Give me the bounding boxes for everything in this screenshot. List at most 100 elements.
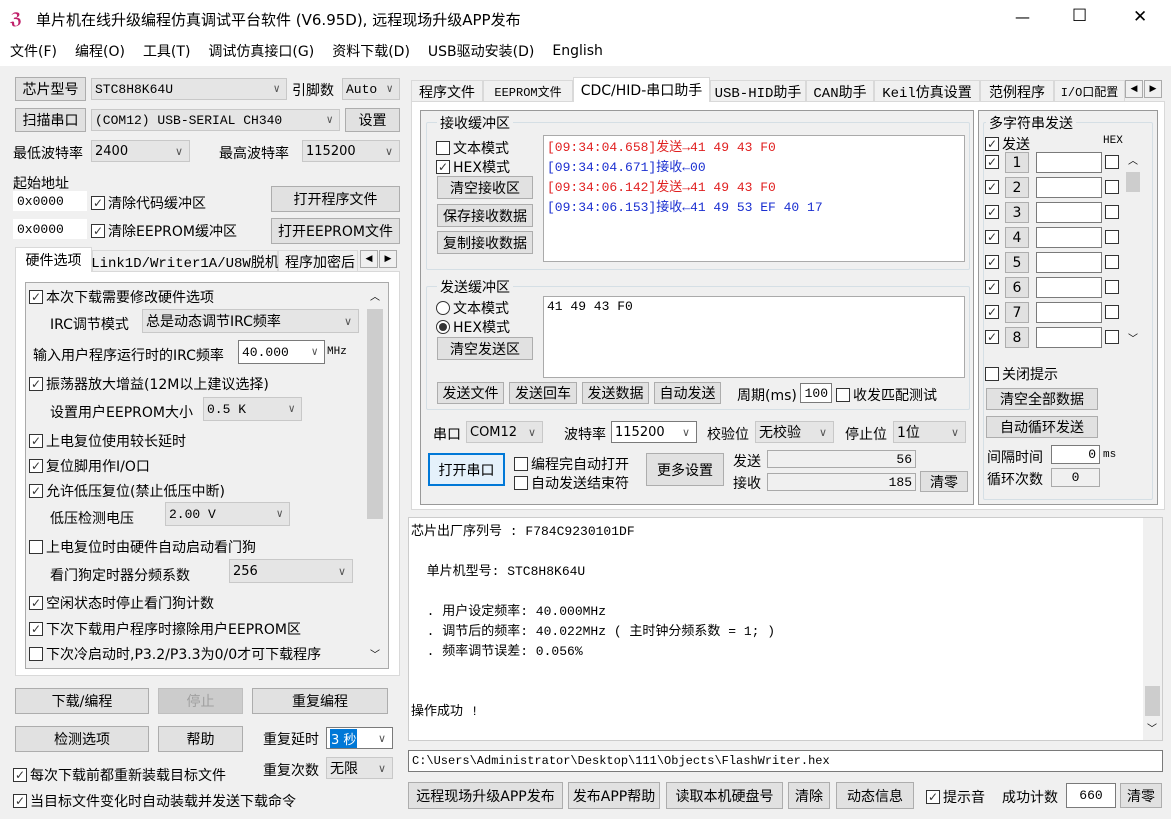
menu-item[interactable]: USB驱动安装(D) — [428, 41, 534, 61]
read-disk-id-button[interactable]: 读取本机硬盘号 — [666, 782, 783, 809]
multi-row-checkbox[interactable]: ✓ — [985, 280, 999, 294]
min-baud-select[interactable]: 2400 — [91, 140, 190, 162]
port-select-right[interactable]: COM12 — [466, 421, 543, 443]
open-program-file-button[interactable]: 打开程序文件 — [271, 186, 400, 212]
option-p32-p33-download[interactable]: 下次冷启动时,P3.2/P3.3为0/0才可下载程序 — [29, 644, 321, 664]
menu-item[interactable]: 工具(T) — [143, 41, 190, 61]
auto-loop-send-button[interactable]: 自动循环发送 — [986, 416, 1098, 438]
publish-help-button[interactable]: 发布APP帮助 — [568, 782, 660, 809]
pin-select[interactable]: Auto — [342, 78, 400, 100]
repeat-program-button[interactable]: 重复编程 — [252, 688, 388, 714]
auto-end-char-checkbox[interactable]: 自动发送结束符 — [514, 473, 629, 493]
recv-text-mode-checkbox[interactable]: 文本模式 — [436, 138, 509, 158]
interval-input[interactable]: 0 — [1051, 445, 1100, 464]
multi-row-hex-checkbox[interactable] — [1105, 305, 1119, 319]
multi-row-checkbox[interactable]: ✓ — [985, 155, 999, 169]
menu-item[interactable]: 资料下载(D) — [332, 41, 410, 61]
open-eeprom-file-button[interactable]: 打开EEPROM文件 — [271, 218, 400, 244]
stop-bits-select[interactable]: 1位 — [893, 421, 966, 443]
multi-row-checkbox[interactable]: ✓ — [985, 330, 999, 344]
multi-row-input[interactable] — [1036, 327, 1102, 348]
tab-encryption[interactable]: 程序加密后 — [278, 250, 358, 272]
period-input[interactable]: 100 — [800, 383, 832, 403]
send-textarea[interactable]: 41 49 43 F0 — [543, 296, 965, 378]
clear-button[interactable]: 清除 — [788, 782, 830, 809]
dynamic-info-button[interactable]: 动态信息 — [836, 782, 914, 809]
options-scrollbar[interactable]: ︿ ﹀ — [365, 284, 385, 667]
multi-row-input[interactable] — [1036, 152, 1102, 173]
multi-row-send-button[interactable]: 4 — [1005, 227, 1029, 248]
multi-row-hex-checkbox[interactable] — [1105, 180, 1119, 194]
repeat-count-select[interactable]: 无限 — [326, 757, 393, 779]
tab-right-3[interactable]: USB-HID助手 — [710, 80, 806, 102]
clear-all-data-button[interactable]: 清空全部数据 — [986, 388, 1098, 410]
clear-success-count-button[interactable]: 清零 — [1120, 783, 1162, 808]
multi-row-send-button[interactable]: 5 — [1005, 252, 1029, 273]
multi-row-input[interactable] — [1036, 252, 1102, 273]
clear-eeprom-checkbox[interactable]: ✓ 清除EEPROM缓冲区 — [91, 221, 237, 241]
clear-receive-button[interactable]: 清空接收区 — [437, 176, 533, 199]
send-file-button[interactable]: 发送文件 — [437, 382, 504, 404]
option-reset-pin-io[interactable]: ✓ 复位脚用作I/O口 — [29, 456, 150, 476]
scroll-down-icon[interactable]: ﹀ — [1128, 330, 1138, 345]
menu-item[interactable]: English — [552, 43, 603, 59]
tab-right-5[interactable]: Keil仿真设置 — [874, 80, 980, 102]
multi-row-send-button[interactable]: 2 — [1005, 177, 1029, 198]
option-erase-eeprom[interactable]: ✓ 下次下载用户程序时擦除用户EEPROM区 — [29, 619, 301, 639]
multi-row-hex-checkbox[interactable] — [1105, 255, 1119, 269]
multi-row-input[interactable] — [1036, 302, 1102, 323]
parity-select[interactable]: 无校验 — [755, 421, 834, 443]
reload-before-download-checkbox[interactable]: ✓ 每次下载前都重新装载目标文件 — [13, 765, 226, 785]
stop-button[interactable]: 停止 — [158, 688, 243, 714]
multi-row-input[interactable] — [1036, 227, 1102, 248]
multi-row-checkbox[interactable]: ✓ — [985, 180, 999, 194]
minimize-button[interactable]: — — [1015, 8, 1030, 26]
multi-row-hex-checkbox[interactable] — [1105, 230, 1119, 244]
tab-right-0[interactable]: 程序文件 — [411, 80, 483, 102]
scan-port-button[interactable]: 扫描串口 — [15, 108, 86, 132]
multi-row-checkbox[interactable]: ✓ — [985, 205, 999, 219]
watchdog-prescaler-select[interactable]: 256 — [229, 559, 353, 583]
option-long-reset-delay[interactable]: ✓ 上电复位使用较长延时 — [29, 431, 186, 451]
menu-item[interactable]: 文件(F) — [10, 41, 57, 61]
scroll-thumb[interactable] — [1126, 172, 1140, 192]
save-receive-button[interactable]: 保存接收数据 — [437, 204, 533, 227]
multi-row-hex-checkbox[interactable] — [1105, 330, 1119, 344]
tab-scroll-left-icon[interactable]: ◀ — [360, 250, 378, 268]
close-button[interactable]: ✕ — [1133, 7, 1147, 27]
sound-checkbox[interactable]: ✓ 提示音 — [926, 787, 985, 807]
multi-row-checkbox[interactable]: ✓ — [985, 255, 999, 269]
option-low-voltage-reset[interactable]: ✓ 允许低压复位(禁止低压中断) — [29, 481, 225, 501]
copy-receive-button[interactable]: 复制接收数据 — [437, 231, 533, 254]
tab-right-4[interactable]: CAN助手 — [806, 80, 874, 102]
scroll-thumb[interactable] — [1145, 686, 1160, 716]
chip-type-button[interactable]: 芯片型号 — [15, 77, 86, 101]
tab-scroll-right-icon[interactable]: ▶ — [1144, 80, 1162, 98]
publish-app-button[interactable]: 远程现场升级APP发布 — [408, 782, 563, 809]
download-button[interactable]: 下载/编程 — [15, 688, 149, 714]
file-path-field[interactable]: C:\Users\Administrator\Desktop\111\Objec… — [408, 750, 1163, 772]
option-hardware-watchdog[interactable]: 上电复位时由硬件自动启动看门狗 — [29, 537, 256, 557]
match-test-checkbox[interactable]: 收发匹配测试 — [836, 385, 937, 405]
send-data-button[interactable]: 发送数据 — [582, 382, 649, 404]
multi-send-all-checkbox[interactable]: ✓ 发送 — [985, 134, 1030, 154]
max-baud-select[interactable]: 115200 — [302, 140, 400, 162]
tab-scroll-right-icon[interactable]: ▶ — [379, 250, 397, 268]
menu-item[interactable]: 编程(O) — [75, 41, 125, 61]
chip-select[interactable]: STC8H8K64U — [91, 78, 287, 100]
tab-right-6[interactable]: 范例程序 — [980, 80, 1054, 102]
multi-row-checkbox[interactable]: ✓ — [985, 230, 999, 244]
multi-row-input[interactable] — [1036, 277, 1102, 298]
auto-send-button[interactable]: 自动发送 — [654, 382, 721, 404]
check-options-button[interactable]: 检测选项 — [15, 726, 149, 752]
repeat-delay-select[interactable]: 3 秒 — [326, 727, 393, 749]
clear-count-button[interactable]: 清零 — [920, 471, 968, 492]
scroll-up-icon[interactable]: ︿ — [370, 288, 380, 303]
irc-freq-input[interactable]: 40.000 — [238, 340, 325, 364]
tab-offline[interactable]: Link1D/Writer1A/U8W脱机 — [91, 250, 279, 272]
close-tip-checkbox[interactable]: 关闭提示 — [985, 364, 1058, 384]
multi-row-hex-checkbox[interactable] — [1105, 280, 1119, 294]
tab-right-2[interactable]: CDC/HID-串口助手 — [573, 77, 710, 102]
scroll-down-icon[interactable]: ﹀ — [1147, 720, 1157, 735]
auto-open-checkbox[interactable]: 编程完自动打开 — [514, 454, 629, 474]
